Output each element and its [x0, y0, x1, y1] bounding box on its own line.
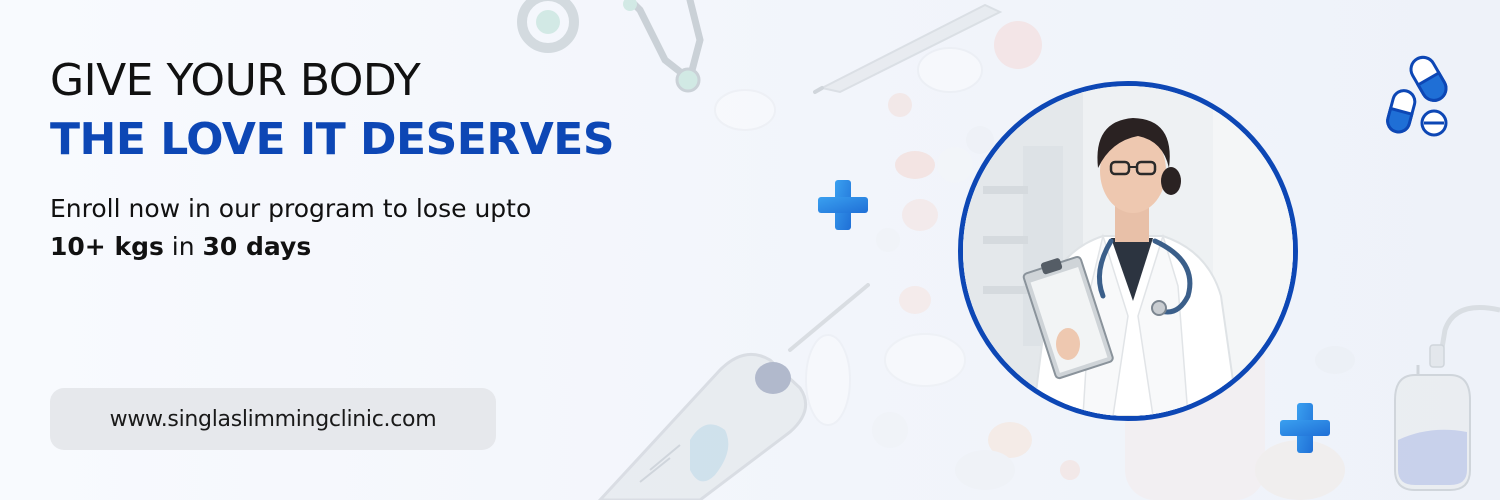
- offer-description: Enroll now in our program to lose upto: [50, 194, 532, 223]
- website-url: www.singlaslimmingclinic.com: [109, 406, 437, 432]
- offer-duration: 30 days: [202, 232, 312, 261]
- stethoscope-icon: [517, 0, 704, 93]
- offer-highlight: 10+ kgs in 30 days: [50, 230, 311, 264]
- plus-cross-icon: [818, 180, 868, 230]
- headline-line-1: GIVE YOUR BODY: [50, 55, 421, 106]
- headline-line-2: THE LOVE IT DESERVES: [50, 114, 615, 165]
- offer-amount: 10+ kgs: [50, 232, 164, 261]
- offer-connector: in: [163, 232, 203, 261]
- iv-bag-icon: [1394, 305, 1500, 491]
- plus-cross-icon-small: [1280, 403, 1330, 453]
- capsule-pills-icon: [1386, 55, 1448, 137]
- banner: GIVE YOUR BODY THE LOVE IT DESERVES Enro…: [0, 0, 1500, 500]
- doctor-photo: [958, 81, 1298, 421]
- website-link-button[interactable]: www.singlaslimmingclinic.com: [50, 388, 496, 450]
